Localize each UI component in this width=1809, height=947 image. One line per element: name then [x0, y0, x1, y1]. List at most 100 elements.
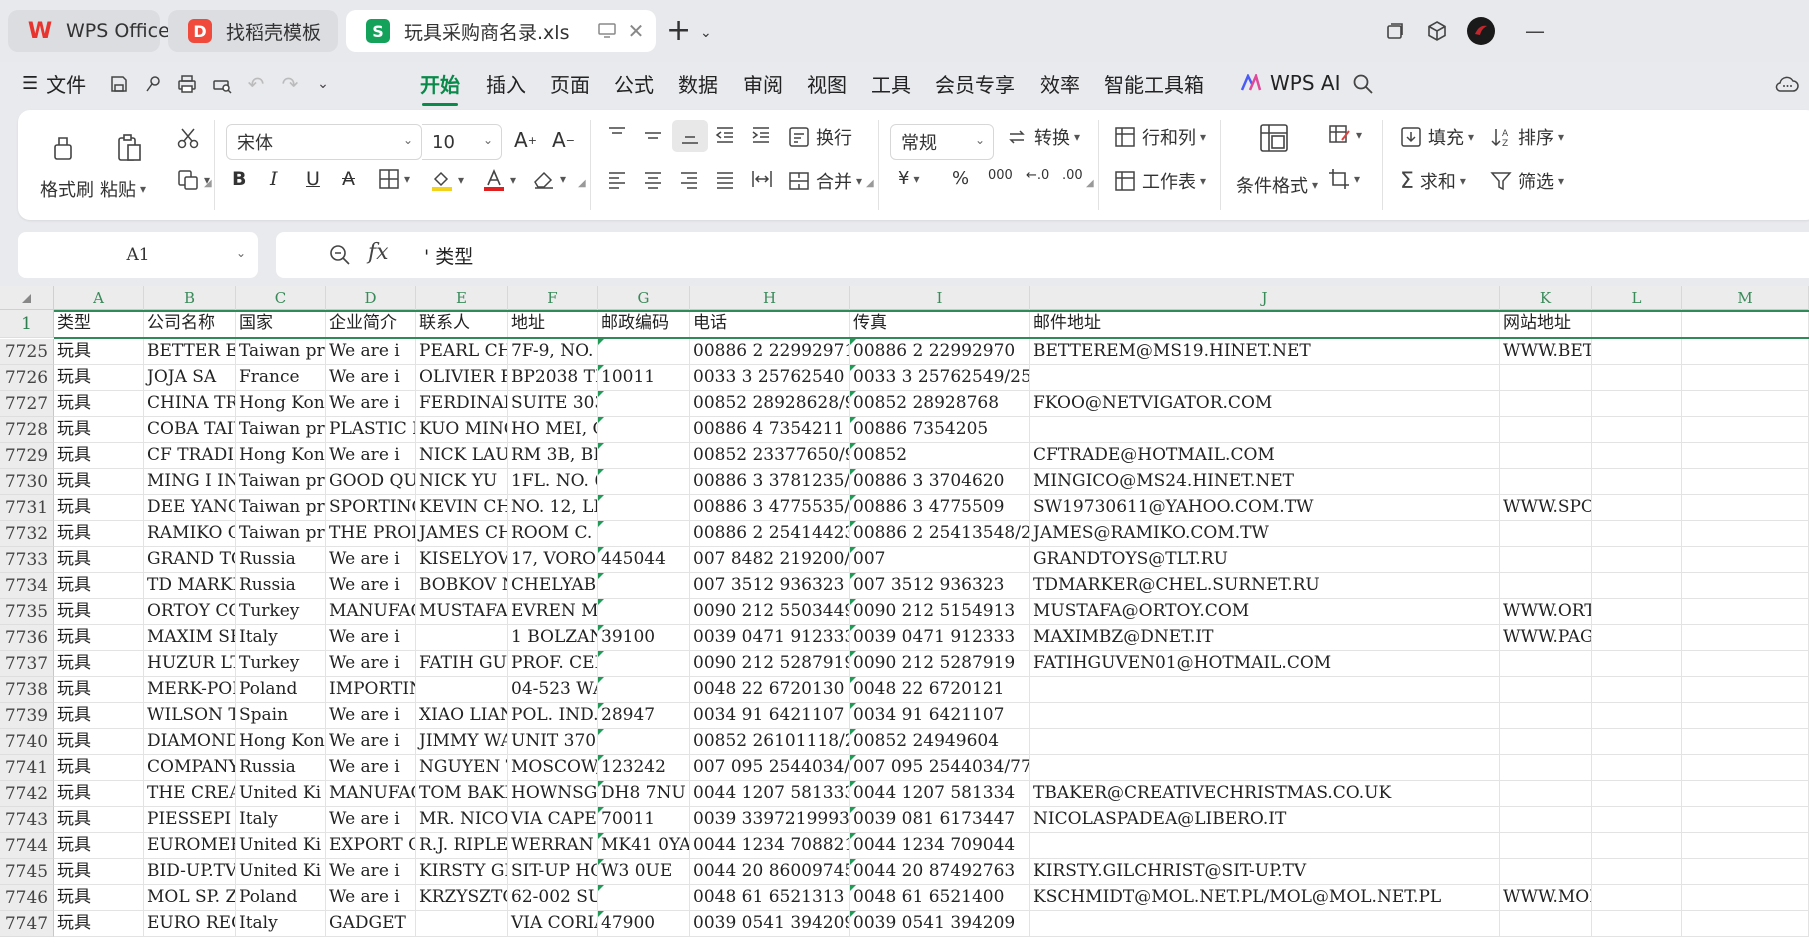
- underline-icon[interactable]: U: [306, 168, 320, 190]
- table-cell[interactable]: NICK LAU: [416, 443, 508, 469]
- table-cell[interactable]: We are i: [326, 755, 416, 781]
- row-number[interactable]: 7727: [0, 391, 54, 417]
- file-menu[interactable]: ☰ 文件: [22, 62, 86, 104]
- table-cell[interactable]: COBA TAIW: [144, 417, 236, 443]
- number-format-select[interactable]: 常规 ⌄: [890, 124, 994, 160]
- table-cell[interactable]: [1500, 859, 1592, 885]
- increase-decimal-icon[interactable]: ←.0: [1026, 168, 1049, 183]
- paste-icon[interactable]: [104, 120, 154, 176]
- menu-tab-review[interactable]: 审阅: [743, 62, 783, 104]
- table-cell[interactable]: NGUYEN TR: [416, 755, 508, 781]
- table-cell[interactable]: RM 3B, BLO: [508, 443, 598, 469]
- column-header-f[interactable]: F: [508, 286, 598, 310]
- align-left-icon[interactable]: [606, 168, 628, 190]
- paste-button[interactable]: 粘贴 ▾: [100, 176, 146, 202]
- table-cell[interactable]: DIAMOND E: [144, 729, 236, 755]
- table-cell[interactable]: [1592, 573, 1682, 599]
- table-cell[interactable]: Italy: [236, 625, 326, 651]
- table-cell[interactable]: [598, 417, 690, 443]
- table-cell[interactable]: CF TRADIN: [144, 443, 236, 469]
- table-cell[interactable]: [1592, 469, 1682, 495]
- tab-list-chevron-icon[interactable]: ⌄: [700, 14, 712, 52]
- print-preview-icon[interactable]: [207, 69, 237, 99]
- table-cell[interactable]: [1682, 859, 1809, 885]
- table-cell[interactable]: [1030, 729, 1500, 755]
- table-cell[interactable]: Russia: [236, 547, 326, 573]
- table-cell[interactable]: [1682, 677, 1809, 703]
- table-cell[interactable]: 00886 3 4775509: [850, 495, 1030, 521]
- table-cell[interactable]: [1682, 651, 1809, 677]
- table-cell[interactable]: [1592, 755, 1682, 781]
- table-cell[interactable]: 0044 20 87492763: [850, 859, 1030, 885]
- table-cell[interactable]: MANUFACTU: [326, 599, 416, 625]
- strikethrough-icon[interactable]: A: [342, 168, 355, 190]
- table-cell[interactable]: 0034 91 6421107: [690, 703, 850, 729]
- rows-cols-button[interactable]: 行和列 ▾: [1114, 124, 1206, 150]
- cube-icon[interactable]: [1420, 14, 1454, 48]
- table-cell[interactable]: 39100: [598, 625, 690, 651]
- table-cell[interactable]: 0044 1234 709044: [850, 833, 1030, 859]
- table-cell[interactable]: [1682, 547, 1809, 573]
- table-cell[interactable]: [1500, 391, 1592, 417]
- table-cell[interactable]: [598, 391, 690, 417]
- table-cell[interactable]: KSCHMIDT@MOL.NET.PL/MOL@MOL.NET.PL: [1030, 885, 1500, 911]
- table-cell[interactable]: [1682, 833, 1809, 859]
- menu-tab-insert[interactable]: 插入: [486, 62, 526, 104]
- table-cell[interactable]: NICOLASPADEA@LIBERO.IT: [1030, 807, 1500, 833]
- header-cell[interactable]: 企业简介: [326, 310, 416, 338]
- table-cell[interactable]: 玩具: [54, 807, 144, 833]
- table-cell[interactable]: [598, 651, 690, 677]
- spreadsheet-grid[interactable]: ABCDEFGHIJKLM 1 类型 公司名称 国家 企业简介 联系人 地址 邮政编码 电话 传真…: [0, 286, 1809, 947]
- table-cell[interactable]: 玩具: [54, 885, 144, 911]
- table-cell[interactable]: 0039 0541 394209: [690, 911, 850, 937]
- table-cell[interactable]: 玩具: [54, 729, 144, 755]
- header-cell[interactable]: 公司名称: [144, 310, 236, 338]
- row-number[interactable]: 7741: [0, 755, 54, 781]
- table-cell[interactable]: [1500, 781, 1592, 807]
- table-cell[interactable]: [1592, 443, 1682, 469]
- table-cell[interactable]: RAMIKO CO: [144, 521, 236, 547]
- table-cell[interactable]: [1500, 469, 1592, 495]
- table-cell[interactable]: United Ki: [236, 833, 326, 859]
- menu-tab-start[interactable]: 开始: [420, 62, 460, 106]
- table-cell[interactable]: [1500, 807, 1592, 833]
- table-cell[interactable]: [1682, 521, 1809, 547]
- table-cell[interactable]: [1500, 443, 1592, 469]
- table-cell[interactable]: [1682, 339, 1809, 365]
- table-cell[interactable]: 0044 1207 581334: [850, 781, 1030, 807]
- table-cell[interactable]: MUSTAFA: [416, 599, 508, 625]
- table-cell[interactable]: MK41 0YA: [598, 833, 690, 859]
- table-cell[interactable]: [1592, 781, 1682, 807]
- table-cell[interactable]: MR. NICOL: [416, 807, 508, 833]
- table-cell[interactable]: 玩具: [54, 339, 144, 365]
- table-cell[interactable]: 445044: [598, 547, 690, 573]
- table-cell[interactable]: [1682, 365, 1809, 391]
- table-cell[interactable]: TD MARKER: [144, 573, 236, 599]
- table-cell[interactable]: GRAND TOY: [144, 547, 236, 573]
- table-cell[interactable]: 1FL. NO. 65: [508, 469, 598, 495]
- row-number[interactable]: 7733: [0, 547, 54, 573]
- table-cell[interactable]: 玩具: [54, 573, 144, 599]
- format-brush-icon[interactable]: [138, 69, 168, 99]
- header-cell[interactable]: [1682, 310, 1809, 338]
- tab-docer-templates[interactable]: D 找稻壳模板: [168, 10, 338, 52]
- table-cell[interactable]: MERK-POL: [144, 677, 236, 703]
- table-cell[interactable]: [598, 677, 690, 703]
- table-cell[interactable]: CHELYABIN: [508, 573, 598, 599]
- menu-tab-member[interactable]: 会员专享: [935, 62, 1015, 104]
- table-cell[interactable]: ORTOY COO: [144, 599, 236, 625]
- table-cell[interactable]: [1682, 807, 1809, 833]
- table-cell[interactable]: [1592, 339, 1682, 365]
- table-cell[interactable]: [1592, 911, 1682, 937]
- table-cell[interactable]: KUO MING-: [416, 417, 508, 443]
- table-cell[interactable]: [1592, 495, 1682, 521]
- name-box[interactable]: A1 ⌄: [18, 232, 258, 278]
- table-cell[interactable]: [1500, 911, 1592, 937]
- row-number[interactable]: 7735: [0, 599, 54, 625]
- table-cell[interactable]: We are i: [326, 885, 416, 911]
- table-cell[interactable]: 0048 22 6720130: [690, 677, 850, 703]
- table-cell[interactable]: GRANDTOYS@TLT.RU: [1030, 547, 1500, 573]
- table-cell[interactable]: [1682, 703, 1809, 729]
- table-cell[interactable]: [1592, 599, 1682, 625]
- crop-button[interactable]: ▾: [1328, 168, 1360, 190]
